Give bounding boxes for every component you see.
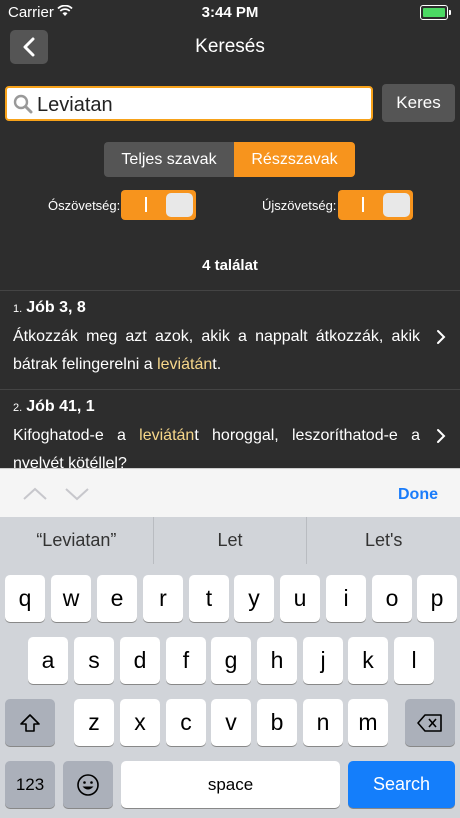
page-title: Keresés (195, 36, 265, 57)
new-testament-label: Újszövetség: (262, 198, 337, 213)
result-text: Átkozzák meg azt azok, akik a nappalt át… (13, 323, 420, 379)
key-s[interactable]: s (74, 637, 114, 684)
key-c[interactable]: c (166, 699, 206, 746)
toggle-knob (166, 193, 193, 217)
result-ref-text: Jób 3, 8 (26, 299, 86, 316)
result-ref-text: Jób 41, 1 (26, 398, 95, 415)
search-input[interactable] (35, 90, 369, 120)
chevron-right-icon (436, 329, 446, 350)
search-button[interactable]: Keres (382, 84, 455, 122)
key-p[interactable]: p (417, 575, 457, 622)
key-k[interactable]: k (348, 637, 388, 684)
toggle-on-indicator (362, 197, 364, 212)
suggestion-item[interactable]: Let (154, 517, 308, 564)
result-number: 1. (13, 303, 23, 315)
emoji-key[interactable] (63, 761, 113, 808)
old-testament-toggle[interactable] (121, 190, 196, 220)
key-t[interactable]: t (189, 575, 229, 622)
segment-whole-words[interactable]: Teljes szavak (104, 142, 234, 177)
result-item[interactable]: 1. Jób 3, 8 Átkozzák meg azt azok, akik a… (0, 290, 460, 389)
result-number: 2. (13, 402, 23, 414)
status-time: 3:44 PM (201, 4, 259, 21)
navigation-bar: Keresés (0, 24, 460, 72)
toggle-knob (383, 193, 410, 217)
chevron-down-icon[interactable] (64, 487, 90, 506)
result-count: 4 találat (202, 257, 258, 274)
emoji-icon (77, 773, 99, 796)
key-e[interactable]: e (97, 575, 137, 622)
key-l[interactable]: l (394, 637, 434, 684)
keyboard: “Leviatan” Let Let's q w e r t y u i o p… (0, 517, 460, 818)
key-g[interactable]: g (211, 637, 251, 684)
match-mode-segmented-control: Teljes szavak Részszavak (104, 142, 355, 177)
search-field[interactable] (5, 86, 373, 121)
suggestion-item[interactable]: Let's (307, 517, 460, 564)
old-testament-label: Ószövetség: (48, 198, 121, 213)
key-b[interactable]: b (257, 699, 297, 746)
result-reference: 1. Jób 3, 8 (13, 299, 420, 317)
result-text-after: t. (212, 356, 222, 373)
result-reference: 2. Jób 41, 1 (13, 398, 420, 416)
done-button[interactable]: Done (398, 486, 438, 504)
chevron-up-icon[interactable] (22, 487, 48, 506)
new-testament-toggle[interactable] (338, 190, 413, 220)
results-list: 1. Jób 3, 8 Átkozzák meg azt azok, akik a… (0, 290, 460, 488)
key-w[interactable]: w (51, 575, 91, 622)
shift-icon (20, 713, 40, 732)
key-j[interactable]: j (303, 637, 343, 684)
result-match-highlight: leviátán (139, 427, 195, 444)
key-a[interactable]: a (28, 637, 68, 684)
key-r[interactable]: r (143, 575, 183, 622)
key-o[interactable]: o (372, 575, 412, 622)
battery-icon (420, 5, 451, 20)
result-text-before: Kifoghatod-e a (13, 427, 140, 444)
key-n[interactable]: n (303, 699, 343, 746)
keyboard-accessory-bar: Done (0, 468, 460, 518)
key-x[interactable]: x (120, 699, 160, 746)
chevron-right-icon (436, 428, 446, 449)
key-d[interactable]: d (120, 637, 160, 684)
space-key[interactable]: space (121, 761, 340, 808)
shift-key[interactable] (5, 699, 55, 746)
suggestion-item[interactable]: “Leviatan” (0, 517, 154, 564)
search-icon (13, 94, 33, 119)
key-q[interactable]: q (5, 575, 45, 622)
status-bar: Carrier 3:44 PM (0, 0, 460, 24)
key-m[interactable]: m (348, 699, 388, 746)
key-y[interactable]: y (234, 575, 274, 622)
key-u[interactable]: u (280, 575, 320, 622)
segment-partial-words[interactable]: Részszavak (234, 142, 355, 177)
delete-key[interactable] (405, 699, 455, 746)
search-key[interactable]: Search (348, 761, 455, 808)
key-f[interactable]: f (166, 637, 206, 684)
key-z[interactable]: z (74, 699, 114, 746)
key-v[interactable]: v (211, 699, 251, 746)
toggle-on-indicator (145, 197, 147, 212)
key-h[interactable]: h (257, 637, 297, 684)
result-match-highlight: leviátán (157, 356, 213, 373)
predictive-bar: “Leviatan” Let Let's (0, 517, 460, 564)
backspace-icon (417, 713, 442, 732)
key-i[interactable]: i (326, 575, 366, 622)
numbers-key[interactable]: 123 (5, 761, 55, 808)
